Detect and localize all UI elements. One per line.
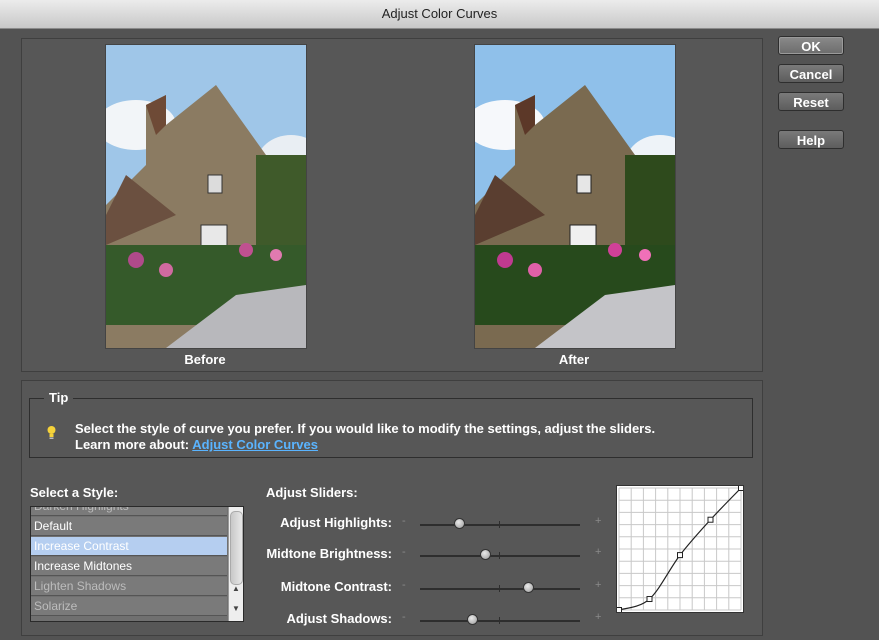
style-list[interactable]: Darken Highlights Default Increase Contr… <box>30 506 244 622</box>
adjust-highlights-knob[interactable] <box>454 518 465 529</box>
after-photo-art <box>475 45 675 348</box>
scrollbar-thumb[interactable] <box>230 511 243 585</box>
curve-control-point[interactable] <box>616 607 622 613</box>
curve-control-point[interactable] <box>646 596 653 603</box>
after-image <box>474 44 676 349</box>
slider-minus: - <box>402 579 406 591</box>
adjust-sliders-label: Adjust Sliders: <box>266 485 358 500</box>
lightbulb-icon <box>47 426 56 439</box>
slider-center-tick <box>499 617 500 624</box>
ok-button[interactable]: OK <box>778 36 844 55</box>
midtone-brightness-slider[interactable] <box>420 549 580 560</box>
curve-control-point[interactable] <box>707 516 714 523</box>
slider-plus: + <box>595 515 602 527</box>
midtone-brightness-knob[interactable] <box>479 549 491 560</box>
adjust-shadows-knob[interactable] <box>466 614 478 625</box>
before-label: Before <box>184 352 226 367</box>
tip-box: Tip Select the style of curve you prefer… <box>29 390 753 458</box>
after-label: After <box>558 352 590 367</box>
slider-center-tick <box>499 552 500 559</box>
midtone-contrast-label: Midtone Contrast: <box>280 579 392 594</box>
scroll-up-arrow-icon[interactable]: ▲ <box>229 583 243 595</box>
before-photo-art <box>106 45 306 348</box>
scroll-down-arrow-icon[interactable]: ▼ <box>229 603 243 615</box>
style-item-darken-highlights[interactable]: Darken Highlights <box>31 507 227 516</box>
style-item-increase-contrast[interactable]: Increase Contrast <box>31 537 227 556</box>
window-title: Adjust Color Curves <box>381 6 498 21</box>
select-style-label: Select a Style: <box>30 485 119 500</box>
slider-minus: - <box>402 611 406 623</box>
preview-panel: Before After <box>21 38 763 372</box>
slider-center-tick <box>499 521 500 528</box>
tip-learn-more: Learn more about: Adjust Color Curves <box>75 437 655 453</box>
slider-minus: - <box>402 515 406 527</box>
curve-graph[interactable] <box>616 485 744 613</box>
slider-center-tick <box>499 585 500 592</box>
help-button[interactable]: Help <box>778 130 844 149</box>
tip-legend: Tip <box>44 390 74 405</box>
tip-line: Select the style of curve you prefer. If… <box>75 421 656 436</box>
curve-graph-canvas <box>616 485 744 613</box>
reset-button[interactable]: Reset <box>778 92 844 111</box>
midtone-contrast-slider[interactable] <box>420 582 580 593</box>
slider-minus: - <box>402 546 406 558</box>
curve-control-point[interactable] <box>677 552 683 559</box>
adjust-shadows-slider[interactable] <box>420 614 580 625</box>
curve-control-point[interactable] <box>738 485 744 491</box>
style-list-scrollbar[interactable]: ▲ ▼ <box>228 507 243 621</box>
adjust-highlights-label: Adjust Highlights: <box>280 515 392 530</box>
learn-more-label: Learn more about: <box>75 437 190 452</box>
style-item-increase-midtones[interactable]: Increase Midtones <box>31 557 227 576</box>
settings-panel: Tip Select the style of curve you prefer… <box>21 380 763 636</box>
style-item-lighten-shadows[interactable]: Lighten Shadows <box>31 577 227 596</box>
before-image <box>105 44 307 349</box>
midtone-contrast-knob[interactable] <box>522 582 534 593</box>
style-item-solarize[interactable]: Solarize <box>31 597 227 616</box>
cancel-button[interactable]: Cancel <box>778 64 844 83</box>
adjust-highlights-slider[interactable] <box>420 518 580 529</box>
tip-text: Select the style of curve you prefer. If… <box>75 421 655 453</box>
slider-plus: + <box>595 611 602 623</box>
adjust-color-curves-link[interactable]: Adjust Color Curves <box>192 437 318 452</box>
slider-plus: + <box>595 579 602 591</box>
adjust-shadows-label: Adjust Shadows: <box>286 611 392 626</box>
midtone-brightness-label: Midtone Brightness: <box>266 546 392 561</box>
slider-plus: + <box>595 546 602 558</box>
style-item-default[interactable]: Default <box>31 517 227 536</box>
title-bar: Adjust Color Curves <box>0 0 879 29</box>
